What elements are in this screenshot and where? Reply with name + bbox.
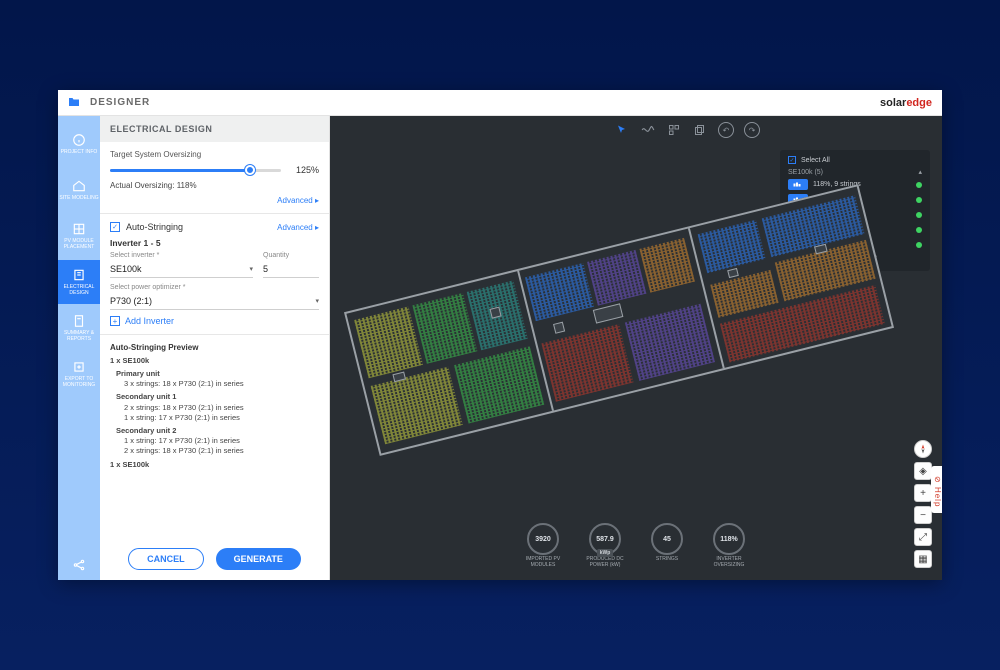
stat-strings: 45 STRINGS [645,523,689,568]
chevron-up-icon: ▴ [918,168,922,176]
zoom-out-button[interactable]: − [914,506,932,524]
design-canvas[interactable]: ↶ ↷ ✓ Select All SE100k (5)▴ 118%, 9 str… [330,116,942,580]
nav-project-info[interactable]: PROJECT INFO [58,122,100,166]
redo-icon[interactable]: ↷ [744,122,760,138]
preview-title: Auto-Stringing Preview [110,343,319,352]
nav-electrical-design[interactable]: ELECTRICAL DESIGN [58,260,100,304]
inverter-chip-icon [788,179,808,190]
view-3d-icon[interactable]: ◈ [914,462,932,480]
auto-stringing-label: Auto-Stringing [126,222,183,232]
optimizer-select[interactable]: P730 (2:1)▾ [110,293,319,310]
brand-logo: solaredge [880,97,932,109]
group-tool-icon[interactable] [666,122,682,138]
status-dot [916,242,922,248]
status-dot [916,197,922,203]
oversizing-label: Target System Oversizing [110,150,319,159]
optimizer-label: Select power optimizer * [110,284,319,291]
plus-icon: + [110,316,120,326]
fit-view-icon[interactable]: ⤢ [914,528,932,546]
add-inverter-button[interactable]: + Add Inverter [110,316,319,326]
chevron-down-icon: ▾ [249,265,253,273]
actual-oversizing: Actual Oversizing: 118% [110,181,197,190]
stat-dc-power: 587.9kWp PRODUCED DC POWER (kW) [583,523,627,568]
nav-export-monitoring[interactable]: EXPORT TO MONITORING [58,352,100,396]
select-all-checkbox[interactable]: ✓ [788,156,796,164]
status-dot [916,227,922,233]
select-all-label: Select All [801,157,830,164]
layers-icon[interactable]: ▦ [914,550,932,568]
advanced-link-2[interactable]: Advanced ▸ [277,223,319,232]
generate-button[interactable]: GENERATE [216,548,301,570]
roof-layout [344,184,894,456]
help-tab[interactable]: ⊘ Help [931,466,942,513]
pointer-tool-icon[interactable] [614,122,630,138]
status-dot [916,182,922,188]
stat-modules: 3920 IMPORTED PV MODULES [521,523,565,568]
inverter-select[interactable]: SE100k▾ [110,261,253,278]
cancel-button[interactable]: CANCEL [128,548,204,570]
preview-block: 1 x SE100k Primary unit 3 x strings: 18 … [110,356,319,470]
auto-stringing-checkbox[interactable]: ✓ [110,222,120,232]
advanced-link-1[interactable]: Advanced ▸ [277,196,319,205]
stat-oversizing: 118% INVERTER OVERSIZING [707,523,751,568]
compass-icon[interactable] [914,440,932,458]
app-title: DESIGNER [90,97,150,108]
stat-row: 3920 IMPORTED PV MODULES 587.9kWp PRODUC… [521,523,751,568]
inverter-group-title: Inverter 1 - 5 [110,238,319,248]
panel-heading: ELECTRICAL DESIGN [100,116,329,142]
legend-group-header[interactable]: SE100k (5)▴ [788,168,922,176]
oversizing-slider[interactable] [110,169,281,172]
chevron-down-icon: ▾ [315,297,319,305]
app-window: DESIGNER solaredge PROJECT INFO SITE MOD… [58,90,942,580]
titlebar: DESIGNER solaredge [58,90,942,116]
nav-summary-reports[interactable]: SUMMARY & REPORTS [58,306,100,350]
quantity-input[interactable]: 5 [263,261,319,278]
inverter-select-label: Select inverter * [110,252,253,259]
sidebar-nav: PROJECT INFO SITE MODELING PV MODULE PLA… [58,116,100,580]
canvas-toolbar: ↶ ↷ [614,122,760,138]
share-icon[interactable] [58,550,100,580]
map-controls: ◈ + − ⤢ ▦ [914,440,932,568]
quantity-label: Quantity [263,252,319,259]
copy-tool-icon[interactable] [692,122,708,138]
oversizing-value: 125% [289,165,319,175]
undo-icon[interactable]: ↶ [718,122,734,138]
string-tool-icon[interactable] [640,122,656,138]
folder-icon[interactable] [68,94,80,112]
config-panel: ELECTRICAL DESIGN Target System Oversizi… [100,116,330,580]
zoom-in-button[interactable]: + [914,484,932,502]
nav-site-modeling[interactable]: SITE MODELING [58,168,100,212]
status-dot [916,212,922,218]
nav-pv-placement[interactable]: PV MODULE PLACEMENT [58,214,100,258]
